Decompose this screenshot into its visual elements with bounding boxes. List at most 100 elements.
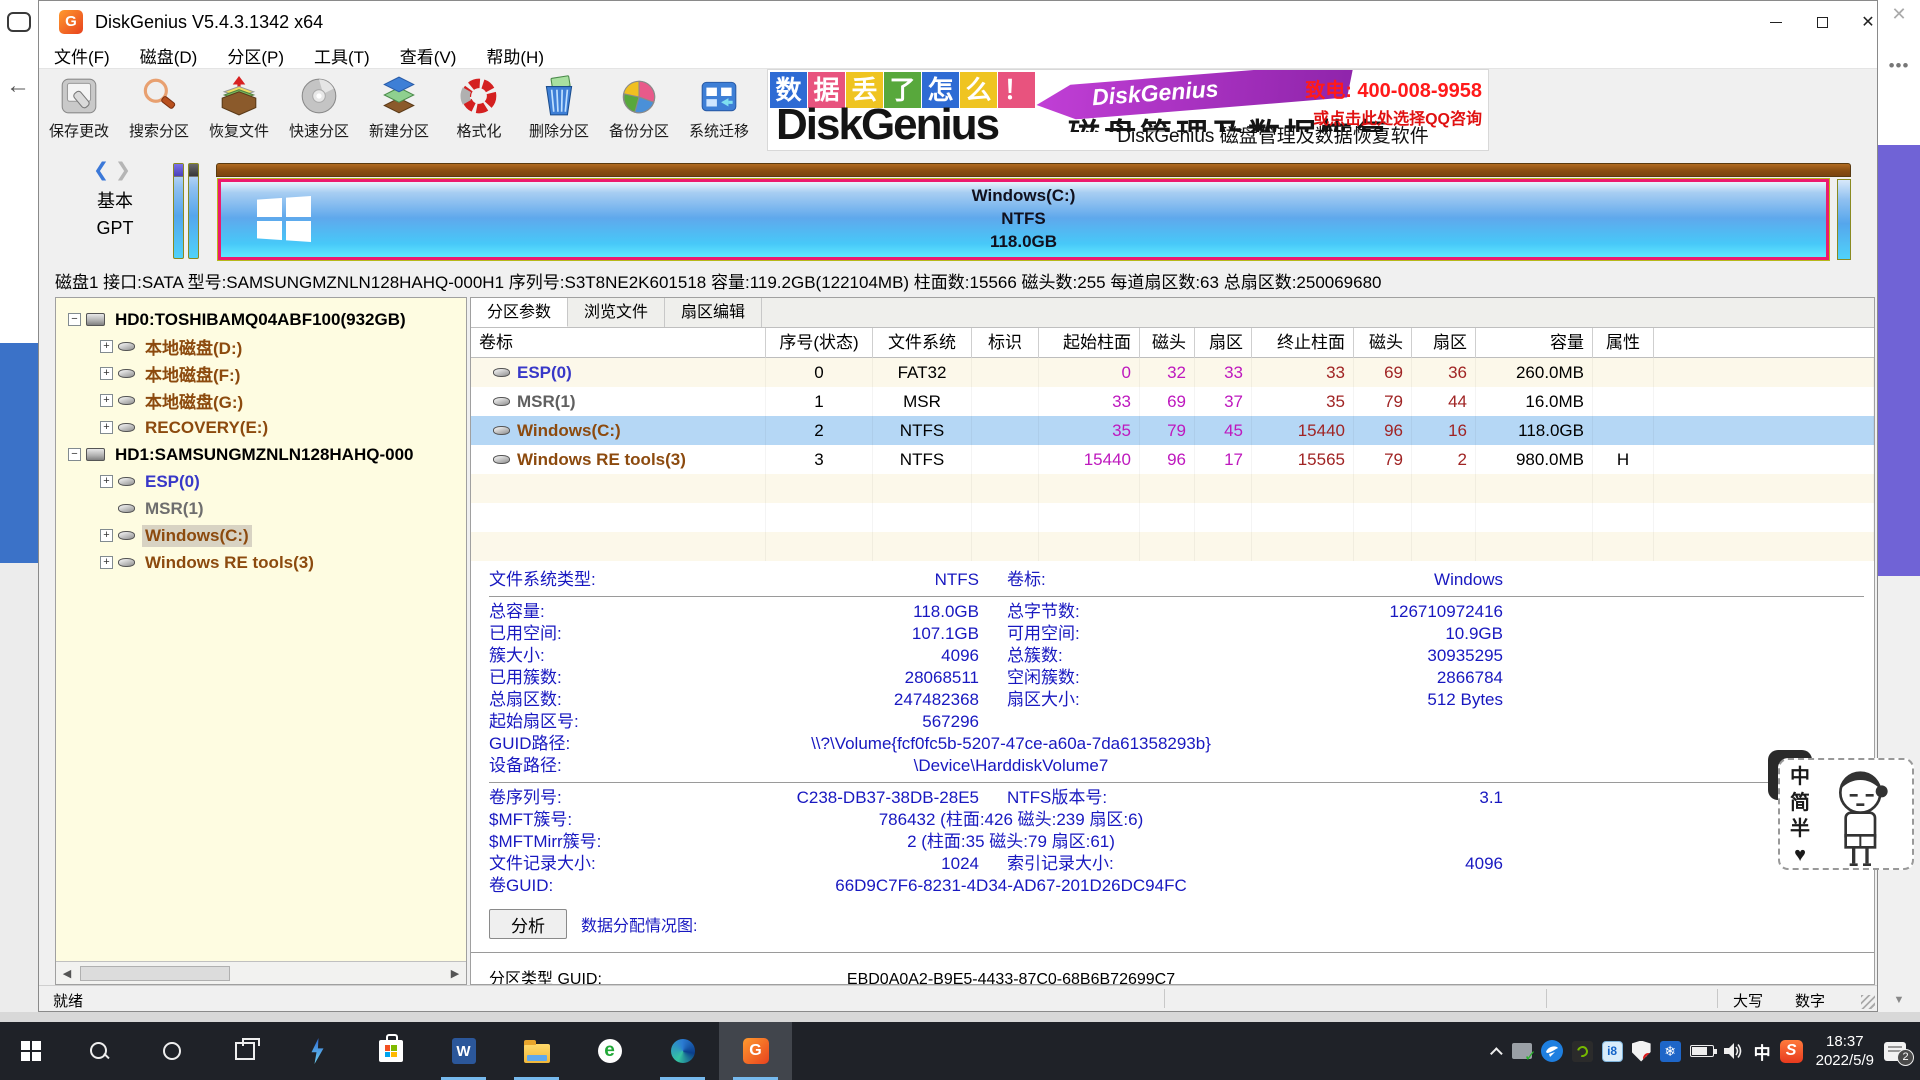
partition-bar-msr[interactable]: [188, 163, 199, 259]
tray-expand-chevron[interactable]: [1494, 1047, 1503, 1056]
edge-button[interactable]: [646, 1022, 719, 1080]
table-row[interactable]: MSR(1) 1 MSR 33 69 37 35 79 44 16.0MB: [471, 387, 1874, 416]
back-arrow-icon[interactable]: ←: [6, 72, 30, 100]
word-button[interactable]: W: [427, 1022, 500, 1080]
tree-item[interactable]: − HD0:TOSHIBAMQ04ABF100(932GB): [56, 306, 466, 333]
expand-toggle-icon[interactable]: +: [100, 367, 113, 380]
tree-item-label: RECOVERY(E:): [142, 417, 271, 439]
tree-item-label: 本地磁盘(D:): [142, 333, 245, 360]
menu-item[interactable]: 帮助(H): [471, 43, 559, 68]
promo-banner[interactable]: 数据丢了怎么！ DiskGenius DiskGenius 磁盘管理及数据恢复 …: [767, 69, 1489, 151]
sogou-ime-widget[interactable]: 中简半♥: [1778, 758, 1914, 870]
intel-graphics-icon[interactable]: i8: [1602, 1041, 1623, 1062]
volume-label: Windows RE tools(3): [517, 445, 686, 474]
tree-item[interactable]: + Windows(C:): [56, 522, 466, 549]
snowflake-icon[interactable]: ❄: [1660, 1041, 1681, 1062]
column-header: 扇区: [1195, 328, 1252, 358]
tree-item[interactable]: + 本地磁盘(D:): [56, 333, 466, 360]
menu-item[interactable]: 工具(T): [299, 43, 385, 68]
ime-indicator[interactable]: 中: [1754, 1039, 1771, 1064]
ime-status-char: 中: [1780, 764, 1820, 790]
analyze-button[interactable]: 分析: [489, 909, 567, 939]
detail-value: 3.1: [1189, 787, 1503, 809]
tree-item[interactable]: MSR(1): [56, 495, 466, 522]
partition-bar-esp[interactable]: [173, 163, 184, 259]
expand-toggle-icon[interactable]: +: [100, 529, 113, 542]
browser-360-button[interactable]: e: [573, 1022, 646, 1080]
expand-toggle-icon[interactable]: −: [68, 448, 81, 461]
start-button[interactable]: [0, 1022, 62, 1080]
system-migrate-button[interactable]: 系统迁移: [679, 69, 759, 153]
new-partition-button[interactable]: 新建分区: [359, 69, 439, 153]
expand-toggle-icon[interactable]: +: [100, 556, 113, 569]
task-view-icon: [235, 1042, 255, 1060]
tab-sector-edit[interactable]: 扇区编辑: [665, 298, 762, 327]
expand-toggle-icon[interactable]: +: [100, 421, 113, 434]
scrollbar-thumb[interactable]: [80, 966, 230, 981]
dingtalk-icon[interactable]: [1541, 1040, 1563, 1062]
maximize-button[interactable]: [1799, 1, 1845, 43]
partition-bar-windows-c[interactable]: Windows(C:) NTFS 118.0GB: [218, 179, 1829, 260]
tree-horizontal-scrollbar[interactable]: ◀ ▶: [56, 961, 466, 984]
close-button[interactable]: ✕: [1845, 1, 1891, 43]
tree-item[interactable]: + RECOVERY(E:): [56, 414, 466, 441]
app-flash-button[interactable]: [281, 1022, 354, 1080]
prev-disk-arrow[interactable]: ❮: [93, 160, 115, 181]
menu-item[interactable]: 分区(P): [212, 43, 299, 68]
table-row[interactable]: ESP(0) 0 FAT32 0 32 33 33 69 36 260.0MB: [471, 358, 1874, 387]
quick-partition-button[interactable]: 快速分区: [279, 69, 359, 153]
expand-toggle-icon[interactable]: +: [100, 340, 113, 353]
file-explorer-button[interactable]: [500, 1022, 573, 1080]
tab-partition-params[interactable]: 分区参数: [471, 298, 568, 327]
search-partition-button[interactable]: 搜索分区: [119, 69, 199, 153]
menu-item[interactable]: 查看(V): [385, 43, 472, 68]
volume-icon[interactable]: [1723, 1042, 1745, 1060]
scroll-down-arrow[interactable]: ▼: [1878, 994, 1920, 1006]
partition-bar-re-tools[interactable]: [1837, 179, 1851, 260]
menu-item[interactable]: 文件(F): [39, 43, 125, 68]
table-row[interactable]: [471, 532, 1874, 561]
expand-toggle-icon[interactable]: +: [100, 475, 113, 488]
security-alert-icon[interactable]: ✕: [1632, 1041, 1651, 1062]
recover-files-button[interactable]: 恢复文件: [199, 69, 279, 153]
partition-table: ESP(0) 0 FAT32 0 32 33 33 69 36 260.0MB: [471, 358, 1874, 561]
tray-update-icon[interactable]: [1512, 1043, 1532, 1059]
format-button[interactable]: 格式化: [439, 69, 519, 153]
expand-toggle-icon[interactable]: −: [68, 313, 81, 326]
table-row[interactable]: [471, 474, 1874, 503]
sogou-icon[interactable]: S: [1780, 1040, 1803, 1063]
microsoft-store-button[interactable]: [354, 1022, 427, 1080]
taskbar-search-button[interactable]: [62, 1022, 135, 1080]
diskgenius-taskbar-button[interactable]: G: [719, 1022, 792, 1080]
expand-toggle-icon[interactable]: +: [100, 394, 113, 407]
browser-tab-icon[interactable]: [7, 12, 31, 32]
scroll-right-arrow[interactable]: ▶: [444, 967, 466, 980]
table-row[interactable]: Windows(C:) 2 NTFS 35 79 45 15440 96 16 …: [471, 416, 1874, 445]
taskbar-clock[interactable]: 18:37 2022/5/9: [1816, 1032, 1874, 1070]
menu-item[interactable]: 磁盘(D): [125, 43, 213, 68]
table-row[interactable]: [471, 503, 1874, 532]
delete-partition-button[interactable]: 删除分区: [519, 69, 599, 153]
save-changes-button[interactable]: 保存更改: [39, 69, 119, 153]
tree-item[interactable]: − HD1:SAMSUNGMZNLN128HAHQ-000: [56, 441, 466, 468]
minimize-button[interactable]: [1753, 1, 1799, 43]
resize-grip[interactable]: [1861, 995, 1875, 1009]
diskgenius-window: G DiskGenius V5.4.3.1342 x64 ✕ 文件(F)磁盘(D…: [38, 0, 1878, 1012]
tree-item[interactable]: + 本地磁盘(F:): [56, 360, 466, 387]
notification-center-button[interactable]: 2: [1884, 1042, 1906, 1061]
nvidia-icon[interactable]: [1572, 1041, 1593, 1062]
battery-icon[interactable]: [1690, 1045, 1714, 1057]
cortana-button[interactable]: [135, 1022, 208, 1080]
column-header: 磁头: [1354, 328, 1412, 358]
tree-item[interactable]: + 本地磁盘(G:): [56, 387, 466, 414]
table-row[interactable]: Windows RE tools(3) 3 NTFS 15440 96 17 1…: [471, 445, 1874, 474]
scroll-left-arrow[interactable]: ◀: [56, 967, 78, 980]
partition-type-guid-label: 分区类型 GUID:: [489, 969, 671, 984]
tree-item[interactable]: + Windows RE tools(3): [56, 549, 466, 576]
more-menu-icon[interactable]: •••: [1878, 56, 1920, 76]
next-disk-arrow[interactable]: ❯: [115, 160, 137, 181]
task-view-button[interactable]: [208, 1022, 281, 1080]
backup-partition-button[interactable]: 备份分区: [599, 69, 679, 153]
tab-browse-files[interactable]: 浏览文件: [568, 298, 665, 327]
tree-item[interactable]: + ESP(0): [56, 468, 466, 495]
